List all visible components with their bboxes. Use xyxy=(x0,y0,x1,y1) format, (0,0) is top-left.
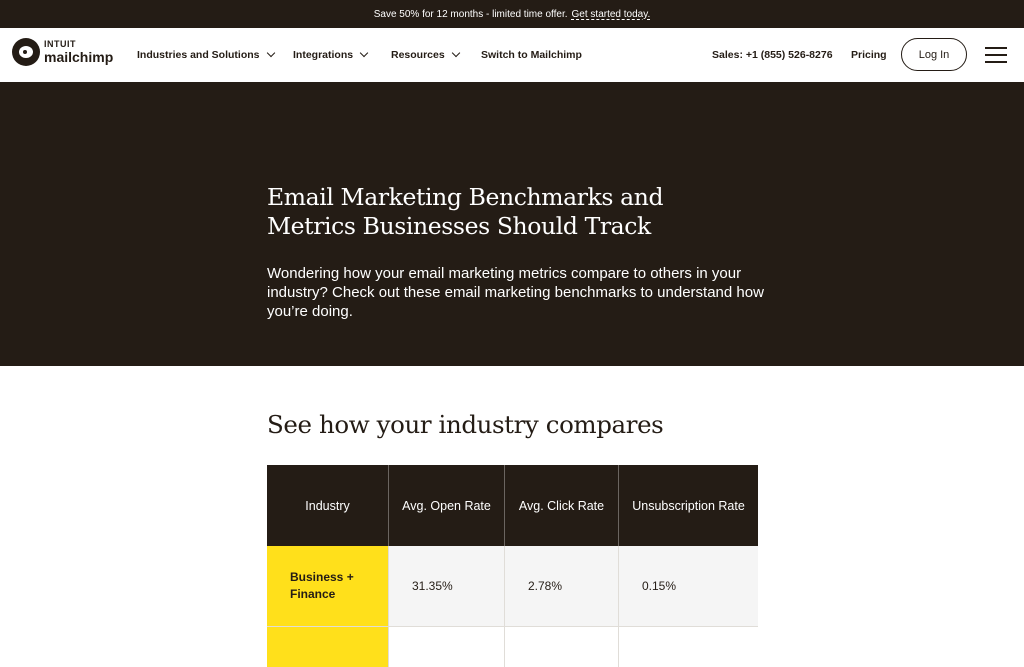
promo-text: Save 50% for 12 months - limited time of… xyxy=(373,8,568,20)
nav-industries-label: Industries and Solutions xyxy=(137,49,260,61)
click-rate-cell: 2.78% xyxy=(505,546,619,627)
click-rate-cell xyxy=(505,627,619,667)
menu-icon[interactable] xyxy=(985,47,1007,63)
sales-phone-link[interactable]: Sales: +1 (855) 526-8276 xyxy=(712,28,833,82)
header-industry: Industry xyxy=(267,465,389,546)
open-rate-cell: 31.35% xyxy=(389,546,505,627)
pricing-link[interactable]: Pricing xyxy=(851,28,887,82)
logo-mailchimp: mailchimp xyxy=(44,49,114,65)
promo-link[interactable]: Get started today. xyxy=(572,9,651,20)
freddie-icon xyxy=(12,38,40,66)
chevron-down-icon xyxy=(451,48,460,58)
nav-switch-label: Switch to Mailchimp xyxy=(481,49,582,61)
benchmark-table: Industry Avg. Open Rate Avg. Click Rate … xyxy=(267,465,758,667)
nav-resources[interactable]: Resources xyxy=(391,28,460,82)
nav-industries[interactable]: Industries and Solutions xyxy=(137,28,275,82)
nav-resources-label: Resources xyxy=(391,49,445,61)
unsub-rate-cell: 0.15% xyxy=(619,546,758,627)
promo-banner: Save 50% for 12 months - limited time of… xyxy=(0,0,1024,28)
header-open-rate: Avg. Open Rate xyxy=(389,465,505,546)
open-rate-cell xyxy=(389,627,505,667)
chevron-down-icon xyxy=(359,48,369,58)
login-button[interactable]: Log In xyxy=(901,38,967,71)
section-title: See how your industry compares xyxy=(267,410,664,439)
hero-subtitle: Wondering how your email marketing metri… xyxy=(267,265,764,320)
chevron-down-icon xyxy=(266,48,275,58)
header-unsub-rate: Unsubscription Rate xyxy=(619,465,758,546)
table-header-row: Industry Avg. Open Rate Avg. Click Rate … xyxy=(267,465,758,546)
logo-intuit: INTUIT xyxy=(44,39,76,49)
hero-section: Email Marketing Benchmarks and Metrics B… xyxy=(0,82,1024,366)
mailchimp-logo[interactable]: INTUIT mailchimp xyxy=(12,38,113,66)
unsub-rate-cell xyxy=(619,627,758,667)
industry-cell xyxy=(267,627,389,667)
nav-integrations[interactable]: Integrations xyxy=(293,28,369,82)
page-title: Email Marketing Benchmarks and Metrics B… xyxy=(267,183,664,240)
nav-switch[interactable]: Switch to Mailchimp xyxy=(481,28,582,82)
top-nav: INTUIT mailchimp Industries and Solution… xyxy=(0,28,1024,82)
header-click-rate: Avg. Click Rate xyxy=(505,465,619,546)
table-row xyxy=(267,627,758,667)
nav-integrations-label: Integrations xyxy=(293,49,354,61)
table-row: Business + Finance 31.35% 2.78% 0.15% xyxy=(267,546,758,627)
industry-cell: Business + Finance xyxy=(267,546,389,627)
